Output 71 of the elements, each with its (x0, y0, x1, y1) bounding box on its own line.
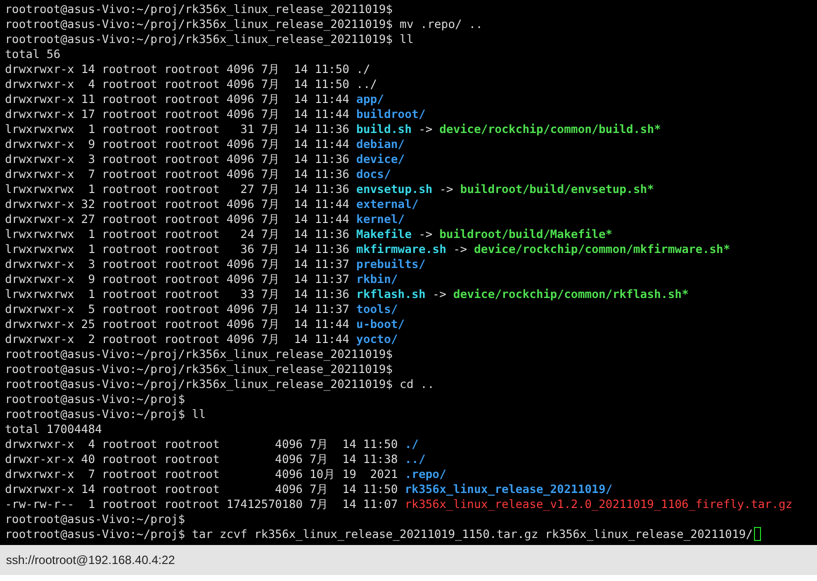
directory-name: external/ (356, 197, 419, 212)
archive-name: rk356x_linux_release_v1.2.0_20211019_1106_firefly.tar.gz (404, 497, 792, 512)
terminal-text: -> (431, 287, 448, 302)
directory-name: debian/ (356, 137, 405, 152)
terminal-text: ./ (356, 62, 370, 77)
terminal-text: rootroot@asus-Vivo:~/proj/rk356x_linux_release_20211019$ (5, 2, 393, 17)
terminal-text: drwxrwxr-x 27 rootroot rootroot 4096 7月 14 11:44 (5, 212, 350, 227)
symlink-name: build.sh (356, 122, 412, 137)
terminal-text: rootroot@asus-Vivo:~/proj$ (5, 512, 186, 527)
link-target: device/rockchip/common/mkfirmware.sh* (474, 242, 730, 257)
directory-name: .repo/ (404, 467, 446, 482)
terminal-text: lrwxrwxrwx 1 rootroot rootroot 27 7月 14 11:36 (5, 182, 350, 197)
directory-name: rk356x_linux_release_20211019/ (404, 482, 612, 497)
terminal-text: rootroot@asus-Vivo:~/proj$ (5, 392, 186, 407)
symlink-name: Makefile (356, 227, 412, 242)
directory-name: tools/ (356, 302, 398, 317)
terminal-text: drwxrwxr-x 7 rootroot rootroot 4096 10月 19 2021 (5, 467, 399, 482)
terminal-text: drwxr-xr-x 40 rootroot rootroot 4096 7月 14 11:38 (5, 452, 399, 467)
terminal-text: drwxrwxr-x 14 rootroot rootroot 4096 7月 14 11:50 (5, 62, 350, 77)
terminal-text: lrwxrwxrwx 1 rootroot rootroot 36 7月 14 11:36 (5, 242, 350, 257)
terminal-text: -> (418, 227, 434, 242)
directory-name: kernel/ (356, 212, 405, 227)
symlink-name: envsetup.sh (356, 182, 432, 197)
terminal-text: lrwxrwxrwx 1 rootroot rootroot 31 7月 14 11:36 (5, 122, 350, 137)
terminal-text: rootroot@asus-Vivo:~/proj/rk356x_linux_release_20211019$ ll (5, 32, 414, 47)
terminal-text: -> (418, 122, 434, 137)
terminal-text: drwxrwxr-x 3 rootroot rootroot 4096 7月 14 11:36 (5, 152, 350, 167)
directory-name: ../ (404, 452, 426, 467)
link-target: device/rockchip/common/rkflash.sh* (453, 287, 689, 302)
terminal-text: drwxrwxr-x 2 rootroot rootroot 4096 7月 14 11:44 (5, 332, 350, 347)
terminal-text: rootroot@asus-Vivo:~/proj/rk356x_linux_release_20211019$ (5, 362, 393, 377)
terminal-text: rootroot@asus-Vivo:~/proj/rk356x_linux_release_20211019$ cd .. (5, 377, 434, 392)
directory-name: u-boot/ (356, 317, 405, 332)
terminal-text: rootroot@asus-Vivo:~/proj$ tar zcvf rk356x_linux_release_20211019_1150.tar.gz rk356x_linux_release_20211019/ (5, 527, 753, 542)
terminal-text: lrwxrwxrwx 1 rootroot rootroot 33 7月 14 11:36 (5, 287, 350, 302)
connection-address: ssh://rootroot@192.168.40.4:22 (6, 552, 175, 569)
terminal-text: drwxrwxr-x 32 rootroot rootroot 4096 7月 14 11:44 (5, 197, 350, 212)
terminal-text: rootroot@asus-Vivo:~/proj$ ll (5, 407, 206, 422)
terminal-text: -rw-rw-r-- 1 rootroot rootroot 17412570180 7月 14 11:07 (5, 497, 399, 512)
symlink-name: mkfirmware.sh (356, 242, 446, 257)
symlink-name: rkflash.sh (356, 287, 426, 302)
directory-name: docs/ (356, 167, 391, 182)
link-target: buildroot/build/Makefile* (439, 227, 612, 242)
directory-name: prebuilts/ (356, 257, 426, 272)
terminal-text: drwxrwxr-x 3 rootroot rootroot 4096 7月 14 11:37 (5, 257, 350, 272)
directory-name: buildroot/ (356, 107, 426, 122)
terminal-text: drwxrwxr-x 9 rootroot rootroot 4096 7月 14 11:37 (5, 272, 350, 287)
terminal-text: lrwxrwxrwx 1 rootroot rootroot 24 7月 14 11:36 (5, 227, 350, 242)
terminal-text: drwxrwxr-x 11 rootroot rootroot 4096 7月 14 11:44 (5, 92, 350, 107)
terminal-text: drwxrwxr-x 9 rootroot rootroot 4096 7月 14 11:44 (5, 137, 350, 152)
terminal-text: drwxrwxr-x 4 rootroot rootroot 4096 7月 14 11:50 (5, 77, 350, 92)
link-target: device/rockchip/common/build.sh* (439, 122, 661, 137)
terminal-text: -> (438, 182, 454, 197)
terminal-text: drwxrwxr-x 4 rootroot rootroot 4096 7月 14 11:50 (5, 437, 399, 452)
terminal-text: total 17004484 (5, 422, 102, 437)
terminal-text: rootroot@asus-Vivo:~/proj/rk356x_linux_release_20211019$ (5, 347, 393, 362)
directory-name: app/ (356, 92, 384, 107)
terminal-text: drwxrwxr-x 5 rootroot rootroot 4096 7月 14 11:37 (5, 302, 350, 317)
link-target: buildroot/build/envsetup.sh* (460, 182, 654, 197)
terminal-text: -> (452, 242, 468, 257)
terminal-text: drwxrwxr-x 25 rootroot rootroot 4096 7月 14 11:44 (5, 317, 350, 332)
directory-name: rkbin/ (356, 272, 398, 287)
directory-name: device/ (356, 152, 405, 167)
directory-name: ./ (404, 437, 419, 452)
terminal-text: drwxrwxr-x 17 rootroot rootroot 4096 7月 14 11:44 (5, 107, 350, 122)
terminal-text: drwxrwxr-x 14 rootroot rootroot 4096 7月 14 11:50 (5, 482, 399, 497)
terminal-text: drwxrwxr-x 7 rootroot rootroot 4096 7月 14 11:36 (5, 167, 350, 182)
terminal-text: ../ (356, 77, 378, 92)
terminal-text: total 56 (5, 47, 60, 62)
terminal-text: rootroot@asus-Vivo:~/proj/rk356x_linux_release_20211019$ mv .repo/ .. (5, 17, 483, 32)
directory-name: yocto/ (356, 332, 398, 347)
